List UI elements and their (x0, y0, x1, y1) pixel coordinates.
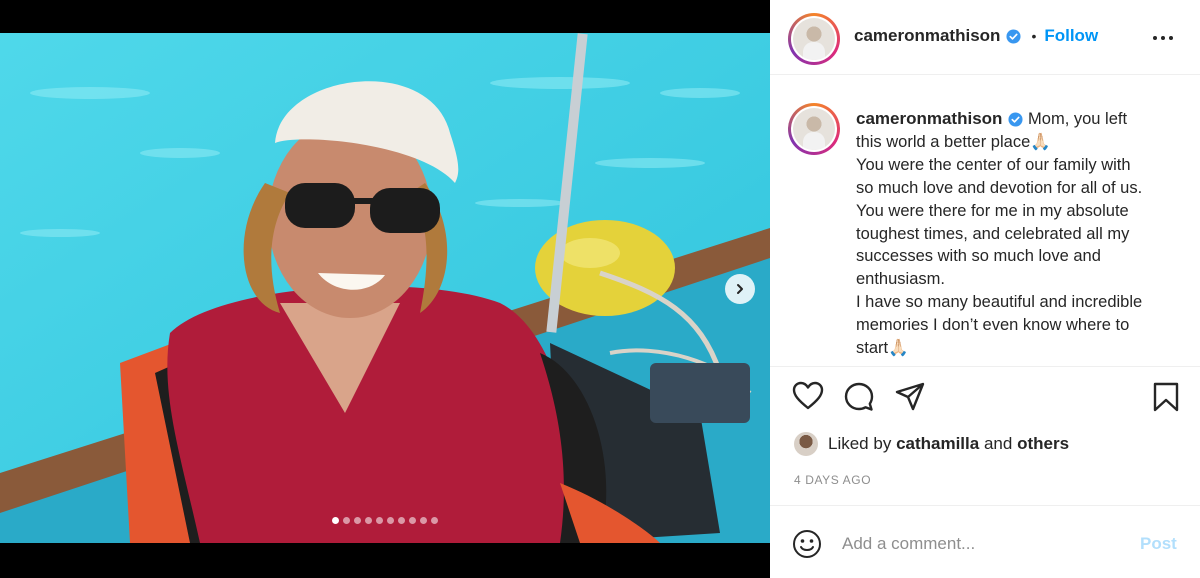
carousel-dot (409, 517, 416, 524)
caption-avatar[interactable] (788, 103, 840, 155)
carousel-dot (431, 517, 438, 524)
others-link[interactable]: others (1017, 434, 1069, 454)
bookmark-icon[interactable] (1151, 381, 1181, 413)
caption-text: cameronmathison Mom, you left this world… (856, 108, 1196, 360)
caption-line: You were the center of our family with (856, 155, 1131, 174)
carousel-dot (343, 517, 350, 524)
chevron-right-icon (737, 284, 743, 294)
caption-line: You were there for me in my absolute (856, 201, 1129, 220)
likes-and: and (983, 434, 1013, 453)
carousel-dot (398, 517, 405, 524)
caption-line: Mom, you left (1023, 110, 1128, 128)
post-photo[interactable] (0, 33, 770, 543)
caption-line: enthusiasm. (856, 270, 945, 289)
liker-avatar[interactable] (794, 432, 818, 456)
separator-dot: • (1031, 28, 1037, 44)
verified-badge-icon (1008, 112, 1023, 127)
author-username[interactable]: cameronmathison (854, 26, 1000, 46)
comment-bar: Post (770, 505, 1200, 578)
caption-line: this world a better place🙏🏻 (856, 132, 1051, 151)
carousel-dot (354, 517, 361, 524)
likes-prefix: Liked by (828, 434, 892, 453)
post-comment-button[interactable]: Post (1140, 534, 1177, 554)
caption-line: start🙏🏻 (856, 339, 909, 358)
share-icon[interactable] (894, 381, 926, 413)
emoji-icon[interactable] (792, 529, 822, 559)
post-actions (770, 366, 1200, 426)
caption-line: memories I don’t even know where to (856, 316, 1130, 335)
post-side-panel: cameronmathison • Follow cameronmathison… (770, 0, 1200, 578)
carousel-indicator (0, 517, 770, 524)
caption-line: so much love and devotion for all of us. (856, 178, 1143, 197)
post-header: cameronmathison • Follow (770, 0, 1200, 75)
more-options-icon[interactable] (1152, 28, 1174, 48)
verified-badge-icon (1006, 28, 1021, 44)
carousel-dot (332, 517, 339, 524)
comment-icon[interactable] (843, 381, 875, 413)
caption-line: successes with so much love and (856, 247, 1101, 266)
post-timestamp[interactable]: 4 DAYS AGO (794, 473, 871, 487)
caption-line: toughest times, and celebrated all my (856, 224, 1130, 243)
caption-line: I have so many beautiful and incredible (856, 293, 1143, 312)
carousel-dot (376, 517, 383, 524)
first-liker-link[interactable]: cathamilla (896, 434, 979, 454)
carousel-dot (365, 517, 372, 524)
post-media (0, 0, 770, 578)
carousel-next-button[interactable] (725, 274, 755, 304)
carousel-dot (387, 517, 394, 524)
likes-summary: Liked by cathamilla and others (794, 432, 1069, 456)
author-avatar[interactable] (788, 13, 840, 65)
follow-button[interactable]: Follow (1044, 26, 1098, 46)
comment-input[interactable] (842, 530, 1132, 558)
carousel-dot (420, 517, 427, 524)
caption-username[interactable]: cameronmathison (856, 109, 1002, 128)
heart-icon[interactable] (792, 381, 824, 411)
